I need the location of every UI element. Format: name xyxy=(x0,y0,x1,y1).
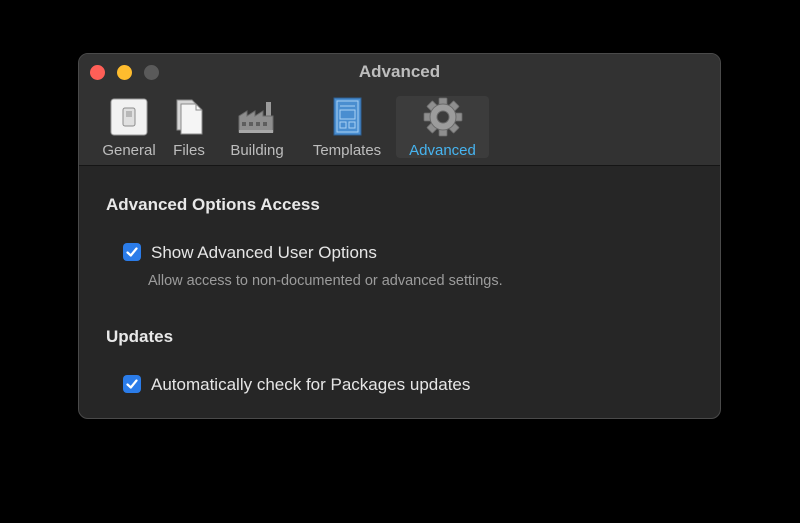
tab-files[interactable]: Files xyxy=(165,96,213,159)
minimize-button[interactable] xyxy=(117,65,132,80)
checkmark-icon xyxy=(126,379,138,389)
auto-check-updates-label[interactable]: Automatically check for Packages updates xyxy=(151,375,470,395)
preferences-window: Advanced General Files Building Template… xyxy=(78,53,721,419)
show-advanced-options-checkbox[interactable] xyxy=(123,243,141,261)
tab-label: General xyxy=(102,142,156,159)
factory-icon xyxy=(236,96,278,138)
zoom-button[interactable] xyxy=(144,65,159,80)
auto-check-updates-checkbox[interactable] xyxy=(123,375,141,393)
switch-icon xyxy=(108,96,150,138)
tab-general[interactable]: General xyxy=(87,96,171,159)
section-title-updates: Updates xyxy=(106,327,174,346)
tab-label: Templates xyxy=(312,142,382,159)
tab-advanced[interactable]: Advanced xyxy=(396,96,489,159)
files-icon xyxy=(168,96,210,138)
gear-icon xyxy=(422,96,464,138)
section-title-advanced-options: Advanced Options Access xyxy=(106,195,320,214)
window-title: Advanced xyxy=(358,62,441,81)
close-button[interactable] xyxy=(90,65,105,80)
toolbar: Advanced General Files Building Template… xyxy=(79,54,720,166)
tab-label: Files xyxy=(173,142,205,159)
tab-building[interactable]: Building xyxy=(225,96,289,159)
tab-label: Advanced xyxy=(409,142,476,159)
tab-label: Building xyxy=(230,142,284,159)
blueprint-icon xyxy=(326,96,368,138)
checkmark-icon xyxy=(126,247,138,257)
tab-templates[interactable]: Templates xyxy=(305,96,389,159)
show-advanced-options-description: Allow access to non-documented or advanc… xyxy=(148,273,503,289)
show-advanced-options-label[interactable]: Show Advanced User Options xyxy=(151,243,377,263)
